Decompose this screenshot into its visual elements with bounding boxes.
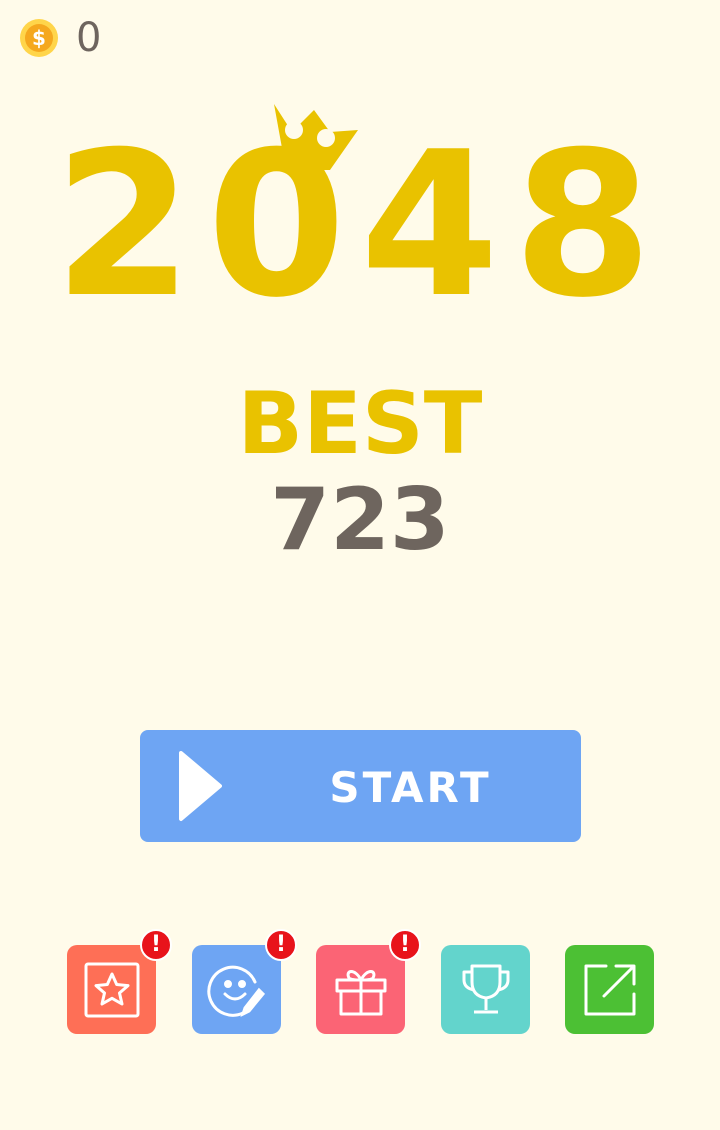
share-button[interactable]	[565, 945, 654, 1034]
trophy-icon	[462, 964, 509, 1013]
smiley-pencil-icon	[206, 965, 265, 1017]
gift-button[interactable]: !	[316, 929, 421, 1034]
start-button[interactable]: START	[140, 730, 581, 842]
alert-badge: !	[389, 929, 421, 961]
customize-button[interactable]: !	[192, 929, 297, 1034]
best-score: 723	[270, 470, 450, 570]
coin-counter: $ 0	[20, 18, 101, 58]
favorites-button[interactable]: !	[67, 929, 172, 1034]
gift-icon	[335, 969, 386, 1015]
alert-badge: !	[140, 929, 172, 961]
alert-badge: !	[265, 929, 297, 961]
dollar-coin-icon: $	[20, 19, 58, 57]
leaderboard-button[interactable]	[441, 945, 530, 1034]
best-label: BEST	[237, 374, 483, 474]
start-label: START	[329, 763, 492, 812]
coin-count: 0	[76, 15, 102, 61]
share-icon	[584, 964, 635, 1015]
game-logo: 2048	[0, 100, 720, 342]
play-icon	[179, 751, 222, 821]
coin-symbol: $	[25, 24, 53, 52]
logo-text: 2048	[53, 109, 667, 342]
star-icon	[84, 962, 139, 1017]
